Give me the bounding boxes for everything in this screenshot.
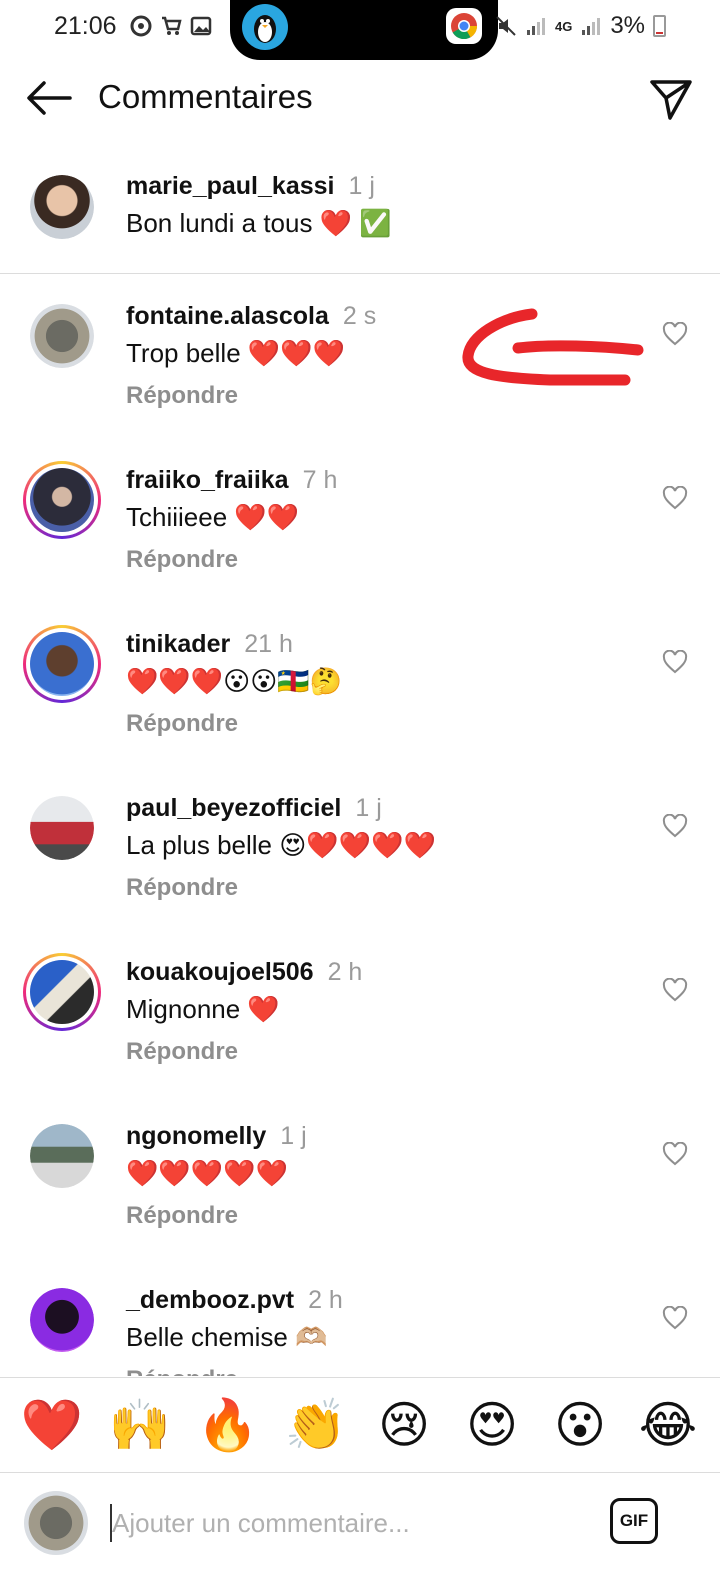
- username-text[interactable]: ngonomelly: [126, 1122, 266, 1150]
- comment-username[interactable]: fontaine.alascola 2 s: [126, 302, 376, 331]
- comment-input-bar: GIF: [0, 1474, 720, 1569]
- status-right: 4G 3%: [495, 12, 666, 40]
- annotation-arrow: [462, 308, 644, 386]
- heart-icon[interactable]: [662, 1142, 688, 1166]
- comment-text: Tchiiieee ❤️❤️: [126, 502, 300, 532]
- comment-time: 7 h: [302, 466, 338, 494]
- reply-button[interactable]: Répondre: [126, 1202, 238, 1230]
- caption-text: Bon lundi a tous ❤️ ✅: [126, 208, 392, 238]
- network-type: 4G: [554, 18, 573, 34]
- chrome-notification-icon: [130, 15, 152, 37]
- avatar[interactable]: [30, 175, 94, 239]
- emoji-raised-hands-button[interactable]: 🙌: [105, 1400, 175, 1450]
- username-text[interactable]: paul_beyezofficiel: [126, 794, 341, 822]
- status-bar: 21:06 4G 3%: [0, 0, 720, 60]
- gif-button[interactable]: GIF: [610, 1498, 658, 1544]
- comment-username[interactable]: tinikader 21 h: [126, 630, 293, 659]
- header: Commentaires: [0, 60, 720, 140]
- emoji-fire-button[interactable]: 🔥: [193, 1400, 263, 1450]
- notification-icons: [130, 15, 212, 37]
- comment-item: paul_beyezofficiel 1 j La plus belle 😍❤️❤…: [0, 782, 720, 946]
- chrome-icon: [446, 8, 482, 44]
- avatar[interactable]: [30, 304, 94, 368]
- username-text[interactable]: kouakoujoel506: [126, 958, 314, 986]
- comment-time: 21 h: [244, 630, 293, 658]
- comment-item: ngonomelly 1 j ❤️❤️❤️❤️❤️ Répondre: [0, 1110, 720, 1274]
- penguin-app-icon: [242, 4, 288, 50]
- comment-text: ❤️❤️❤️😮😮🇨🇫🤔: [126, 666, 343, 696]
- comment-username[interactable]: fraiiko_fraiika 7 h: [126, 466, 337, 495]
- heart-icon[interactable]: [662, 814, 688, 838]
- comment-text: Trop belle ❤️❤️❤️: [126, 338, 345, 368]
- comment-time: 2 s: [342, 302, 377, 330]
- comment-username[interactable]: ngonomelly 1 j: [126, 1122, 307, 1151]
- reply-button[interactable]: Répondre: [126, 1038, 238, 1066]
- username-text[interactable]: _dembooz.pvt: [126, 1286, 294, 1314]
- heart-icon[interactable]: [662, 486, 688, 510]
- emoji-surprised-button[interactable]: 😮: [545, 1400, 615, 1450]
- reply-button[interactable]: Répondre: [126, 546, 238, 574]
- comment-time: 2 h: [308, 1286, 343, 1314]
- mute-icon: [496, 16, 516, 36]
- post-caption: marie_paul_kassi 1 j Bon lundi a tous ❤️ …: [0, 160, 720, 274]
- emoji-sad-button[interactable]: 😢: [369, 1400, 439, 1450]
- comment-time: 1 j: [355, 794, 382, 822]
- emoji-reaction-bar: ❤️ 🙌 🔥 👏 😢 😍 😮 😂: [0, 1377, 720, 1473]
- caption-time: 1 j: [348, 172, 375, 200]
- avatar[interactable]: [30, 1124, 94, 1188]
- comment-username[interactable]: paul_beyezofficiel 1 j: [126, 794, 382, 823]
- emoji-laughing-button[interactable]: 😂: [633, 1400, 703, 1450]
- comment-text: Belle chemise 🫶🏼: [126, 1322, 328, 1352]
- comment-item: tinikader 21 h ❤️❤️❤️😮😮🇨🇫🤔 Répondre: [0, 618, 720, 782]
- reply-button[interactable]: Répondre: [126, 710, 238, 738]
- send-icon[interactable]: [648, 76, 694, 122]
- comment-time: 1 j: [280, 1122, 307, 1150]
- battery-icon: [653, 15, 666, 37]
- heart-icon[interactable]: [662, 322, 688, 346]
- cart-icon: [162, 16, 182, 35]
- caption-username[interactable]: marie_paul_kassi 1 j: [126, 172, 375, 201]
- username-text[interactable]: fontaine.alascola: [126, 302, 329, 330]
- reply-button[interactable]: Répondre: [126, 382, 238, 410]
- heart-icon[interactable]: [662, 650, 688, 674]
- reply-button[interactable]: Répondre: [126, 874, 238, 902]
- status-time: 21:06: [54, 12, 117, 40]
- comment-username[interactable]: kouakoujoel506 2 h: [126, 958, 362, 987]
- comment-text: Mignonne ❤️: [126, 994, 280, 1024]
- signal-icon: [526, 18, 545, 35]
- signal-icon-2: [582, 18, 601, 35]
- emoji-clap-button[interactable]: 👏: [281, 1400, 351, 1450]
- heart-icon[interactable]: [662, 1306, 688, 1330]
- comment-item: fraiiko_fraiika 7 h Tchiiieee ❤️❤️ Répond…: [0, 454, 720, 618]
- avatar[interactable]: [30, 1288, 94, 1352]
- comment-text: ❤️❤️❤️❤️❤️: [126, 1158, 288, 1188]
- heart-icon[interactable]: [662, 978, 688, 1002]
- reply-button[interactable]: Répondre: [126, 1366, 238, 1376]
- emoji-heart-eyes-button[interactable]: 😍: [457, 1400, 527, 1450]
- username-text[interactable]: fraiiko_fraiika: [126, 466, 289, 494]
- comment-text: La plus belle 😍❤️❤️❤️❤️: [126, 830, 436, 860]
- avatar[interactable]: [23, 461, 101, 539]
- avatar[interactable]: [23, 625, 101, 703]
- comment-item: kouakoujoel506 2 h Mignonne ❤️ Répondre: [0, 946, 720, 1110]
- page-title: Commentaires: [98, 78, 313, 115]
- battery-percent: 3%: [610, 12, 645, 39]
- current-user-avatar: [24, 1491, 88, 1555]
- comment-username[interactable]: _dembooz.pvt 2 h: [126, 1286, 343, 1315]
- image-icon: [190, 16, 212, 36]
- emoji-heart-button[interactable]: ❤️: [17, 1400, 87, 1450]
- back-arrow-icon[interactable]: [24, 78, 72, 118]
- avatar[interactable]: [23, 953, 101, 1031]
- avatar[interactable]: [30, 796, 94, 860]
- username-text[interactable]: marie_paul_kassi: [126, 172, 334, 200]
- camera-pill: [230, 0, 498, 60]
- username-text[interactable]: tinikader: [126, 630, 230, 658]
- comment-time: 2 h: [327, 958, 363, 986]
- comment-input[interactable]: [112, 1502, 582, 1544]
